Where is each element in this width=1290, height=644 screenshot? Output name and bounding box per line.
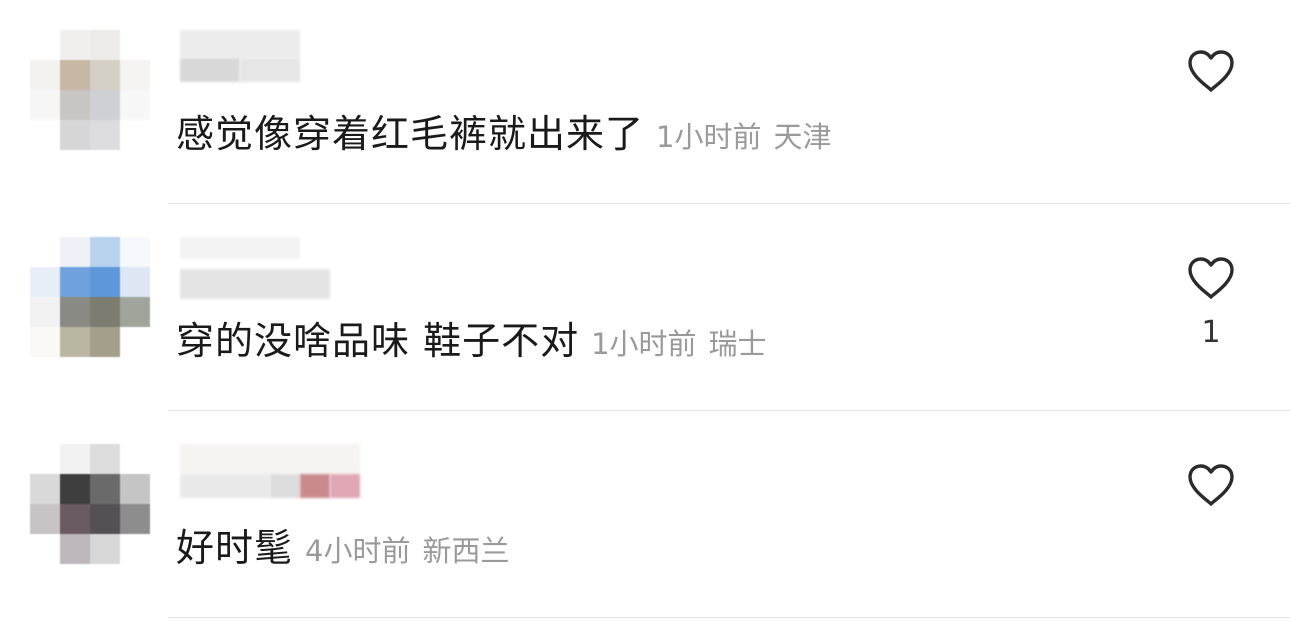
- avatar-pixel: [30, 327, 60, 357]
- username-blurred[interactable]: [180, 237, 380, 299]
- heart-outline-icon: [1188, 464, 1234, 506]
- comment-text: 感觉像穿着红毛裤就出来了: [176, 112, 645, 156]
- comment-meta: 1小时前 瑞士: [591, 327, 766, 361]
- avatar-pixel: [90, 60, 120, 90]
- comment-content: 好时髦 4小时前 新西兰: [176, 522, 509, 582]
- comment-content: 穿的没啥品味 鞋子不对 1小时前 瑞士: [176, 315, 767, 375]
- avatar-pixel: [60, 60, 90, 90]
- avatar-pixel: [30, 120, 60, 150]
- avatar-pixel: [120, 60, 150, 90]
- avatar[interactable]: [30, 444, 150, 564]
- like-count: 1: [1201, 315, 1221, 350]
- avatar[interactable]: [30, 237, 150, 357]
- username-blurred[interactable]: [180, 444, 380, 498]
- avatar-pixel: [90, 327, 120, 357]
- avatar-pixel: [120, 120, 150, 150]
- avatar-pixel: [30, 267, 60, 297]
- avatar-pixel: [30, 237, 60, 267]
- avatar-pixel: [30, 504, 60, 534]
- avatar-pixel: [120, 267, 150, 297]
- comment-item: 好时髦 4小时前 新西兰: [0, 414, 1290, 620]
- avatar-pixel: [30, 444, 60, 474]
- avatar-pixel: [30, 297, 60, 327]
- avatar-pixel: [30, 474, 60, 504]
- avatar-pixel: [120, 504, 150, 534]
- avatar-pixel: [90, 534, 120, 564]
- avatar-pixel: [60, 90, 90, 120]
- avatar-pixel: [30, 90, 60, 120]
- avatar-pixel: [90, 267, 120, 297]
- divider: [168, 203, 1290, 204]
- avatar-pixel: [30, 60, 60, 90]
- username-blurred[interactable]: [180, 30, 380, 82]
- like-button[interactable]: [1186, 48, 1236, 94]
- comment-content: 感觉像穿着红毛裤就出来了 1小时前 天津: [176, 108, 831, 168]
- avatar-pixel: [60, 327, 90, 357]
- avatar-pixel: [120, 474, 150, 504]
- avatar-pixel: [30, 534, 60, 564]
- comment-time: 4小时前: [305, 534, 411, 568]
- avatar-pixel: [90, 120, 120, 150]
- avatar[interactable]: [30, 30, 150, 150]
- avatar-pixel: [60, 30, 90, 60]
- comment-text: 穿的没啥品味 鞋子不对: [176, 319, 580, 363]
- comment-time: 1小时前: [591, 327, 697, 361]
- avatar-pixel: [60, 504, 90, 534]
- divider: [168, 410, 1290, 411]
- avatar-pixel: [60, 237, 90, 267]
- avatar-pixel: [90, 444, 120, 474]
- avatar-pixel: [90, 30, 120, 60]
- avatar-pixel: [120, 444, 150, 474]
- like-button[interactable]: [1186, 462, 1236, 508]
- comment-meta: 4小时前 新西兰: [305, 534, 509, 568]
- avatar-pixel: [120, 297, 150, 327]
- avatar-pixel: [120, 534, 150, 564]
- avatar-pixel: [120, 30, 150, 60]
- avatar-pixel: [60, 297, 90, 327]
- avatar-pixel: [60, 444, 90, 474]
- avatar-pixel: [90, 237, 120, 267]
- comment-location: 天津: [773, 120, 832, 154]
- avatar-pixel: [120, 90, 150, 120]
- heart-outline-icon: [1188, 257, 1234, 299]
- avatar-pixel: [60, 120, 90, 150]
- comment-text: 好时髦: [176, 526, 294, 570]
- heart-outline-icon: [1188, 50, 1234, 92]
- comment-item: 感觉像穿着红毛裤就出来了 1小时前 天津: [0, 0, 1290, 206]
- avatar-pixel: [120, 327, 150, 357]
- comment-location: 瑞士: [708, 327, 767, 361]
- avatar-pixel: [120, 237, 150, 267]
- comment-time: 1小时前: [656, 120, 762, 154]
- avatar-pixel: [90, 90, 120, 120]
- divider: [168, 617, 1290, 618]
- avatar-pixel: [90, 297, 120, 327]
- like-button[interactable]: [1186, 255, 1236, 301]
- avatar-pixel: [60, 267, 90, 297]
- avatar-pixel: [60, 474, 90, 504]
- avatar-pixel: [90, 504, 120, 534]
- avatar-pixel: [60, 534, 90, 564]
- comment-location: 新西兰: [422, 534, 510, 568]
- comment-item: 穿的没啥品味 鞋子不对 1小时前 瑞士 1: [0, 207, 1290, 413]
- avatar-pixel: [30, 30, 60, 60]
- avatar-pixel: [90, 474, 120, 504]
- comment-meta: 1小时前 天津: [656, 120, 831, 154]
- comment-list: 感觉像穿着红毛裤就出来了 1小时前 天津 穿的没啥品味 鞋子不对 1小时前 瑞士 1: [0, 0, 1290, 644]
